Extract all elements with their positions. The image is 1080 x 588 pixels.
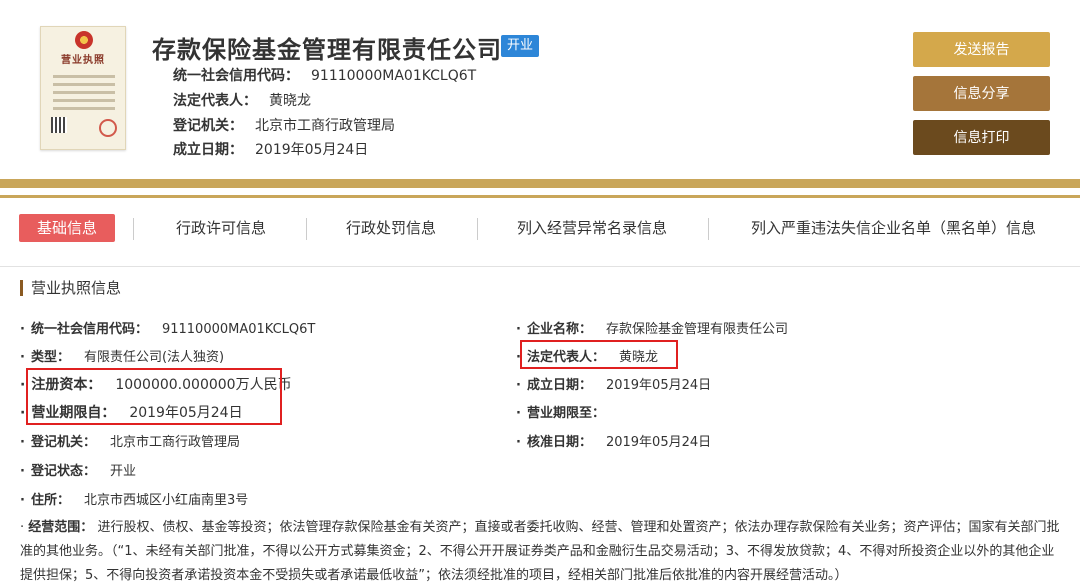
field-value: 开业 xyxy=(109,464,136,479)
tab-admin-penalty[interactable]: 行政处罚信息 xyxy=(346,213,436,243)
field-label: 企业名称： xyxy=(526,322,592,337)
field-registry: · 登记机关： 北京市工商行政管理局 xyxy=(20,431,240,450)
field-business-scope: · 经营范围： 进行股权、债权、基金等投资；依法管理存款保险基金有关资产；直接或… xyxy=(20,516,1060,588)
header-registry-label: 登记机关： xyxy=(173,118,243,134)
bullet-icon: · xyxy=(516,378,521,393)
header-registry: 登记机关： 北京市工商行政管理局 xyxy=(173,115,395,135)
tab-separator xyxy=(306,218,307,240)
license-thumbnail-title: 营业执照 xyxy=(61,55,105,66)
company-header: 营业执照 存款保险基金管理有限责任公司 开业 统一社会信用代码： 91110000… xyxy=(0,0,1080,178)
bullet-icon: · xyxy=(20,322,25,337)
tab-separator xyxy=(708,218,709,240)
header-credit-code-value: 91110000MA01KCLQ6T xyxy=(311,68,477,84)
field-value: 2019年05月24日 xyxy=(605,435,712,450)
tab-basic-info[interactable]: 基础信息 xyxy=(19,214,115,242)
section-title: 营业执照信息 xyxy=(20,280,121,296)
field-label: 住所： xyxy=(30,493,70,508)
header-credit-code: 统一社会信用代码： 91110000MA01KCLQ6T xyxy=(173,65,476,85)
bullet-icon: · xyxy=(516,406,521,421)
national-emblem-icon xyxy=(75,31,93,49)
bullet-icon: · xyxy=(20,493,25,508)
field-founded: · 成立日期： 2019年05月24日 xyxy=(516,374,711,393)
tab-separator xyxy=(477,218,478,240)
bullet-icon: · xyxy=(20,464,25,479)
field-value: 2019年05月24日 xyxy=(605,378,712,393)
share-info-button[interactable]: 信息分享 xyxy=(913,76,1050,111)
highlight-box-capital-term xyxy=(26,368,282,425)
header-legal-rep-label: 法定代表人： xyxy=(173,93,257,109)
field-value: 北京市西城区小红庙南里3号 xyxy=(83,493,249,508)
tab-separator xyxy=(133,218,134,240)
field-label: 成立日期： xyxy=(526,378,592,393)
tab-blacklist[interactable]: 列入严重违法失信企业名单（黑名单）信息 xyxy=(751,213,1036,243)
field-reg-status: · 登记状态： 开业 xyxy=(20,460,136,479)
company-name: 存款保险基金管理有限责任公司 xyxy=(152,36,502,64)
bullet-icon: · xyxy=(20,405,26,421)
print-info-button[interactable]: 信息打印 xyxy=(913,120,1050,155)
seal-icon xyxy=(99,119,117,137)
field-label: 登记机关： xyxy=(30,435,96,450)
field-label: 经营范围： xyxy=(28,520,94,535)
bullet-icon: · xyxy=(20,377,26,393)
header-registry-value: 北京市工商行政管理局 xyxy=(255,118,395,134)
field-approved: · 核准日期： 2019年05月24日 xyxy=(516,431,711,450)
field-label: 类型： xyxy=(30,350,70,365)
send-report-button[interactable]: 发送报告 xyxy=(913,32,1050,67)
header-founded-value: 2019年05月24日 xyxy=(255,142,369,158)
qr-code-icon xyxy=(51,117,67,133)
field-company-name: · 企业名称： 存款保险基金管理有限责任公司 xyxy=(516,318,788,337)
header-divider-band xyxy=(0,179,1080,188)
field-value: 北京市工商行政管理局 xyxy=(109,435,240,450)
field-label: 登记状态： xyxy=(30,464,96,479)
tabs-bottom-rule xyxy=(0,266,1080,267)
bullet-icon: · xyxy=(516,322,521,337)
field-value: 91110000MA01KCLQ6T xyxy=(161,322,316,337)
highlight-box-legal-rep xyxy=(520,340,678,369)
header-divider-line xyxy=(0,195,1080,198)
header-legal-rep-value: 黄晓龙 xyxy=(269,93,311,109)
license-text-lines xyxy=(53,75,115,115)
header-founded: 成立日期： 2019年05月24日 xyxy=(173,139,368,159)
header-founded-label: 成立日期： xyxy=(173,142,243,158)
field-value: 存款保险基金管理有限责任公司 xyxy=(605,322,788,337)
business-license-thumbnail[interactable]: 营业执照 xyxy=(40,26,126,150)
info-tabs: 基础信息 行政许可信息 行政处罚信息 列入经营异常名录信息 列入严重违法失信企业… xyxy=(0,210,1080,248)
field-value: 进行股权、债权、基金等投资；依法管理存款保险基金有关资产；直接或者委托收购、经营… xyxy=(20,520,1060,583)
status-badge: 开业 xyxy=(501,35,540,57)
field-address: · 住所： 北京市西城区小红庙南里3号 xyxy=(20,489,248,508)
header-legal-rep: 法定代表人： 黄晓龙 xyxy=(173,90,311,110)
field-value: 有限责任公司(法人独资) xyxy=(83,350,225,365)
bullet-icon: · xyxy=(20,520,25,535)
bullet-icon: · xyxy=(20,350,25,365)
bullet-icon: · xyxy=(20,435,25,450)
field-credit-code: · 统一社会信用代码： 91110000MA01KCLQ6T xyxy=(20,318,315,337)
tab-admin-license[interactable]: 行政许可信息 xyxy=(176,213,266,243)
field-label: 统一社会信用代码： xyxy=(30,322,148,337)
field-type: · 类型： 有限责任公司(法人独资) xyxy=(20,346,224,365)
field-term-to: · 营业期限至： xyxy=(516,402,619,421)
field-label: 核准日期： xyxy=(526,435,592,450)
header-credit-code-label: 统一社会信用代码： xyxy=(173,68,299,84)
tab-abnormal-operation[interactable]: 列入经营异常名录信息 xyxy=(517,213,667,243)
bullet-icon: · xyxy=(516,435,521,450)
field-label: 营业期限至： xyxy=(526,406,605,421)
